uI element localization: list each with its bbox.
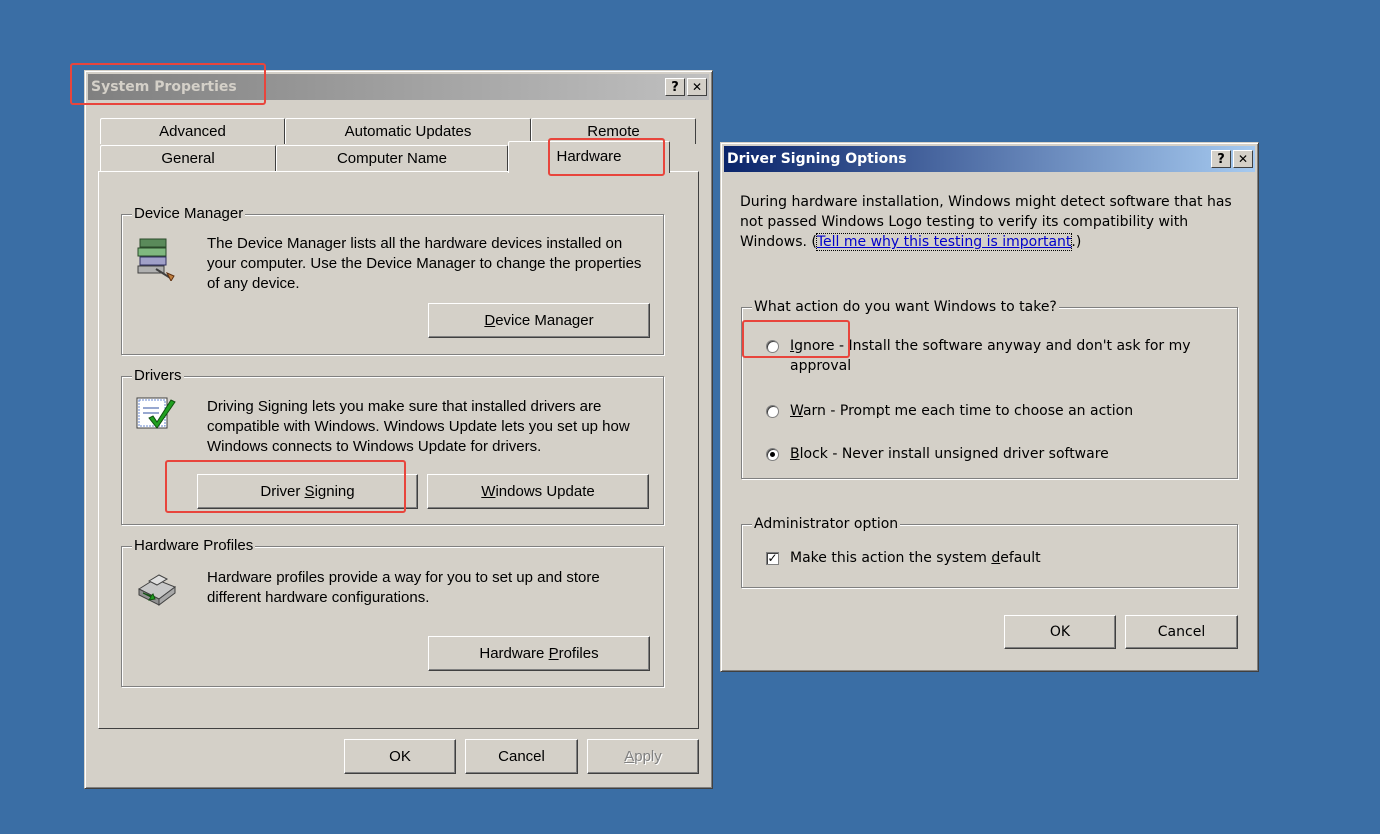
apply-button[interactable]: Apply xyxy=(587,739,699,774)
tab-automatic-updates[interactable]: Automatic Updates xyxy=(285,118,531,144)
tab-computer-name[interactable]: Computer Name xyxy=(276,145,508,172)
desktop: { "system_properties": { "title": "Syste… xyxy=(0,0,1380,834)
close-icon[interactable]: ✕ xyxy=(687,78,707,96)
hardware-profiles-button[interactable]: Hardware Profiles xyxy=(428,636,650,671)
device-manager-group: Device Manager The Device Manager lists … xyxy=(121,206,664,355)
driver-signing-icon xyxy=(136,397,176,429)
device-manager-group-label: Device Manager xyxy=(132,205,246,222)
hardware-profiles-group-label: Hardware Profiles xyxy=(132,537,256,554)
warn-radio[interactable] xyxy=(766,405,779,418)
system-properties-titlebar[interactable]: System Properties ? ✕ xyxy=(88,74,709,100)
tab-advanced[interactable]: Advanced xyxy=(100,118,285,144)
dialog-title: Driver Signing Options xyxy=(727,151,907,167)
system-default-checkbox[interactable]: ✓ xyxy=(766,552,779,565)
cancel-button[interactable]: Cancel xyxy=(1125,615,1238,649)
ignore-label: Ignore - Install the software anyway and… xyxy=(790,338,1191,374)
help-icon[interactable]: ? xyxy=(1211,150,1231,168)
device-manager-button[interactable]: Device Manager xyxy=(428,303,650,338)
administrator-option-label: Administrator option xyxy=(752,516,901,532)
block-radio[interactable] xyxy=(766,448,779,461)
hardware-profiles-group: Hardware Profiles Hardware profiles prov… xyxy=(121,538,664,687)
system-default-label: Make this action the system default xyxy=(790,550,1041,566)
drivers-group: Drivers Driving Signing lets you make su… xyxy=(121,368,664,525)
hardware-profiles-description: Hardware profiles provide a way for you … xyxy=(207,569,600,606)
system-properties-window: System Properties ? ✕ Advanced Automatic… xyxy=(84,70,713,789)
device-manager-icon xyxy=(137,238,175,281)
window-title: System Properties xyxy=(91,79,237,95)
hardware-profiles-icon xyxy=(137,574,177,606)
drivers-description: Driving Signing lets you make sure that … xyxy=(207,398,630,455)
hardware-tab-panel: Device Manager The Device Manager lists … xyxy=(98,171,699,729)
driver-signing-titlebar[interactable]: Driver Signing Options ? ✕ xyxy=(724,146,1255,172)
tab-hardware[interactable]: Hardware xyxy=(508,141,670,173)
action-group: What action do you want Windows to take?… xyxy=(741,299,1238,479)
action-group-label: What action do you want Windows to take? xyxy=(752,299,1059,315)
driver-signing-intro: During hardware installation, Windows mi… xyxy=(740,194,1232,251)
ignore-radio[interactable] xyxy=(766,340,779,353)
close-icon[interactable]: ✕ xyxy=(1233,150,1253,168)
tab-general[interactable]: General xyxy=(100,145,276,172)
warn-label: Warn - Prompt me each time to choose an … xyxy=(790,403,1134,419)
device-manager-description: The Device Manager lists all the hardwar… xyxy=(207,235,642,292)
windows-update-button[interactable]: Windows Update xyxy=(427,474,649,509)
why-testing-link[interactable]: Tell me why this testing is important xyxy=(815,233,1073,251)
ok-button[interactable]: OK xyxy=(1004,615,1116,649)
ok-button[interactable]: OK xyxy=(344,739,456,774)
driver-signing-button[interactable]: Driver Signing xyxy=(197,474,418,509)
drivers-group-label: Drivers xyxy=(132,367,184,384)
administrator-option-group: Administrator option ✓ Make this action … xyxy=(741,516,1238,588)
cancel-button[interactable]: Cancel xyxy=(465,739,578,774)
driver-signing-options-window: Driver Signing Options ? ✕ During hardwa… xyxy=(720,142,1259,672)
block-label: Block - Never install unsigned driver so… xyxy=(790,446,1109,462)
help-icon[interactable]: ? xyxy=(665,78,685,96)
